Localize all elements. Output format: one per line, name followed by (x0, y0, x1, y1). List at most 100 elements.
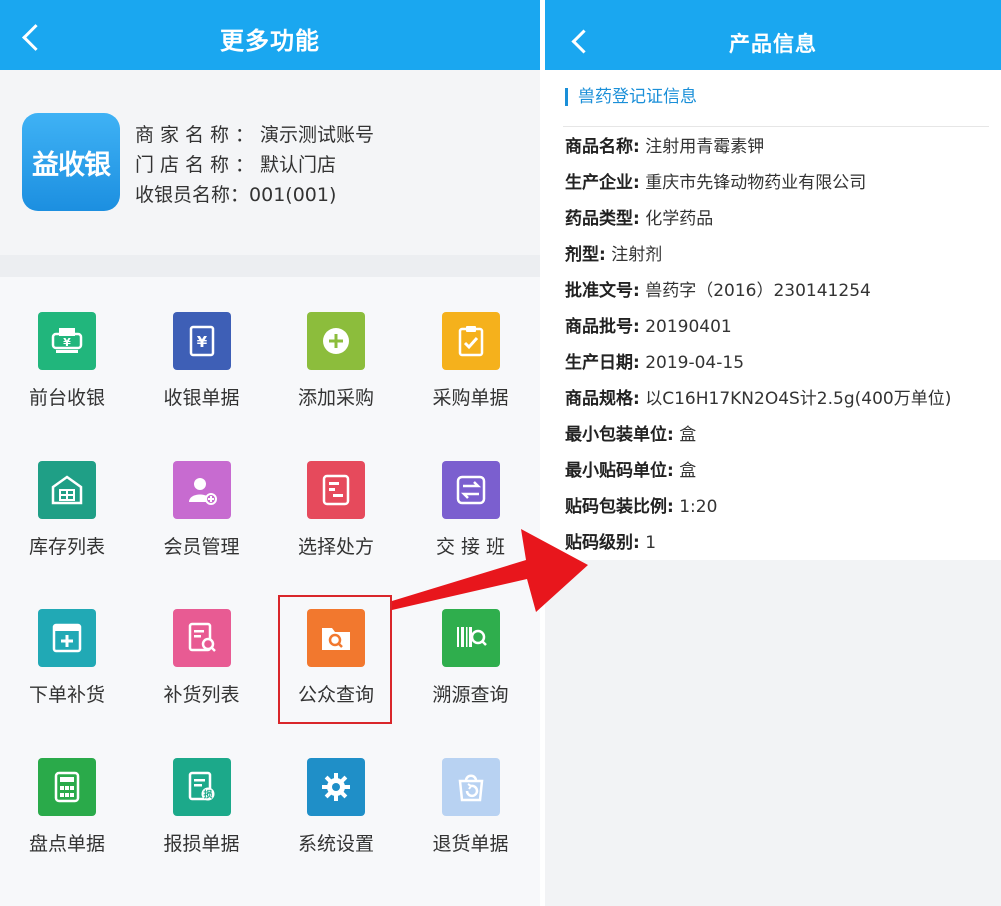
info-field-row: 商品批号: 20190401 (565, 314, 951, 350)
function-tile-label: 采购单据 (432, 387, 509, 409)
function-tile[interactable]: 交 接 班 (404, 426, 538, 574)
info-field-key: 贴码包装比例: (565, 497, 674, 517)
merchant-name-row: 商家名称：演示测试账号 (135, 120, 374, 150)
merchant-info: 益收银 商家名称：演示测试账号 门店名称：默认门店 收银员名称：001(001) (0, 70, 540, 255)
section-divider (0, 255, 540, 277)
info-field-key: 商品批号: (565, 317, 640, 337)
function-tile-label: 补货列表 (163, 684, 240, 706)
function-tile[interactable]: 添加采购 (269, 277, 403, 425)
shop-name-label: 门店名称： (135, 154, 261, 176)
public-query-highlight (278, 595, 392, 724)
cashier-icon: ¥ (38, 312, 96, 370)
function-tile[interactable]: ¥ 前台收银 (0, 277, 134, 425)
yen-receipt-icon: ¥ (172, 312, 231, 370)
info-field-row: 商品规格: 以C16H17KN2O4S计2.5g(400万单位) (565, 386, 951, 422)
info-field-key: 药品类型: (565, 209, 640, 229)
member-add-icon (172, 460, 231, 519)
cashier-name-row: 收银员名称：001(001) (135, 180, 374, 210)
add-order-icon (38, 609, 96, 667)
info-field-row: 生产企业: 重庆市先锋动物药业有限公司 (565, 170, 951, 206)
section-title: 兽药登记证信息 (565, 88, 697, 106)
function-tile-label: 盘点单据 (28, 832, 105, 855)
app-logo: 益收银 (22, 113, 120, 211)
function-tile-label: 报损单据 (163, 832, 240, 855)
header-bar: 更多功能 (0, 0, 540, 70)
shop-name-value: 默认门店 (260, 154, 337, 176)
info-field-row: 剂型: 注射剂 (565, 242, 951, 278)
calculator-icon (38, 757, 96, 816)
gear-icon (307, 757, 365, 816)
info-field-key: 最小包装单位: (565, 425, 674, 445)
info-field-value: 以C16H17KN2O4S计2.5g(400万单位) (645, 389, 952, 409)
function-tile-label: 前台收银 (28, 387, 105, 409)
function-grid: ¥ 前台收银 ¥ 收银单据 添加采购 采购单据库存列表 会员管理 选择处方 交 接 班下单补货 补… (0, 277, 540, 906)
function-tile[interactable]: 选择处方 (269, 426, 403, 574)
svg-text:¥: ¥ (63, 336, 71, 349)
function-tile[interactable]: 溯源查询 (404, 574, 538, 722)
merchant-name-label: 商家名称： (135, 124, 261, 146)
info-field-row: 药品类型: 化学药品 (565, 206, 951, 242)
product-info-card: 兽药登记证信息 商品名称: 注射用青霉素钾 生产企业: 重庆市先锋动物药业有限公司… (545, 70, 1001, 560)
cashier-name-value: 001(001) (249, 184, 337, 206)
function-tile-label: 退货单据 (432, 832, 509, 855)
info-field-value: 注射用青霉素钾 (645, 137, 765, 157)
info-field-key: 生产企业: (565, 173, 640, 193)
info-field-value: 1 (645, 533, 657, 553)
info-field-value: 兽药字（2016）230141254 (645, 281, 871, 301)
function-tile-label: 添加采购 (297, 387, 374, 409)
function-tile[interactable]: 补货列表 (135, 574, 269, 722)
function-tile[interactable]: 系统设置 (269, 723, 403, 871)
function-tile-label: 溯源查询 (432, 684, 509, 706)
prescription-icon (307, 460, 365, 519)
function-tile-label: 交 接 班 (435, 535, 506, 558)
barcode-search-icon (441, 609, 500, 667)
function-tile[interactable]: 会员管理 (135, 426, 269, 574)
info-field-value: 重庆市先锋动物药业有限公司 (645, 173, 867, 193)
info-field-key: 批准文号: (565, 281, 640, 301)
info-field-value: 1:20 (679, 497, 718, 517)
info-field-key: 商品规格: (565, 389, 640, 409)
info-field-row: 贴码包装比例: 1:20 (565, 494, 951, 530)
info-field-key: 贴码级别: (565, 533, 640, 553)
function-tile[interactable]: 下单补货 (0, 574, 134, 722)
info-field-value: 20190401 (645, 317, 732, 337)
cashier-name-label: 收银员名称： (135, 184, 250, 206)
info-field-value: 2019-04-15 (645, 353, 745, 373)
info-field-key: 最小贴码单位: (565, 461, 674, 481)
info-field-row: 最小包装单位: 盒 (565, 422, 951, 458)
damage-report-icon: 损 (172, 757, 231, 816)
function-tile[interactable]: 盘点单据 (0, 723, 134, 871)
info-field-key: 生产日期: (565, 353, 640, 373)
info-field-row: 贴码级别: 1 (565, 530, 951, 566)
info-field-row: 最小贴码单位: 盒 (565, 458, 951, 494)
page-title-product: 产品信息 (729, 32, 817, 56)
info-field-value: 盒 (679, 461, 697, 481)
function-tile-label: 选择处方 (297, 535, 374, 558)
warehouse-icon (38, 460, 96, 519)
function-tile[interactable]: 退货单据 (404, 723, 538, 871)
page-title: 更多功能 (220, 27, 320, 55)
info-field-value: 化学药品 (645, 209, 714, 229)
svg-text:损: 损 (203, 788, 212, 800)
product-fields: 商品名称: 注射用青霉素钾 生产企业: 重庆市先锋动物药业有限公司 药品类型: 化学… (565, 134, 951, 566)
function-tile[interactable]: 采购单据 (404, 277, 538, 425)
function-tile[interactable]: 库存列表 (0, 426, 134, 574)
info-field-key: 商品名称: (565, 137, 640, 157)
clipboard-check-icon (441, 312, 500, 370)
function-tile-label: 下单补货 (28, 684, 105, 706)
info-field-row: 生产日期: 2019-04-15 (565, 350, 951, 386)
info-field-value: 注射剂 (611, 245, 663, 265)
info-field-row: 商品名称: 注射用青霉素钾 (565, 134, 951, 170)
merchant-name-value: 演示测试账号 (260, 124, 375, 146)
header-bar-product: 产品信息 (545, 0, 1001, 70)
list-search-icon (172, 609, 231, 667)
divider (563, 126, 989, 127)
function-tile-label: 系统设置 (297, 832, 374, 855)
function-tile-label: 收银单据 (163, 387, 240, 409)
function-tile[interactable]: 损报损单据 (135, 723, 269, 871)
swap-icon (441, 460, 500, 519)
info-field-key: 剂型: (565, 245, 606, 265)
function-tile[interactable]: ¥ 收银单据 (135, 277, 269, 425)
function-tile-label: 库存列表 (28, 535, 105, 558)
return-bag-icon (441, 757, 500, 816)
